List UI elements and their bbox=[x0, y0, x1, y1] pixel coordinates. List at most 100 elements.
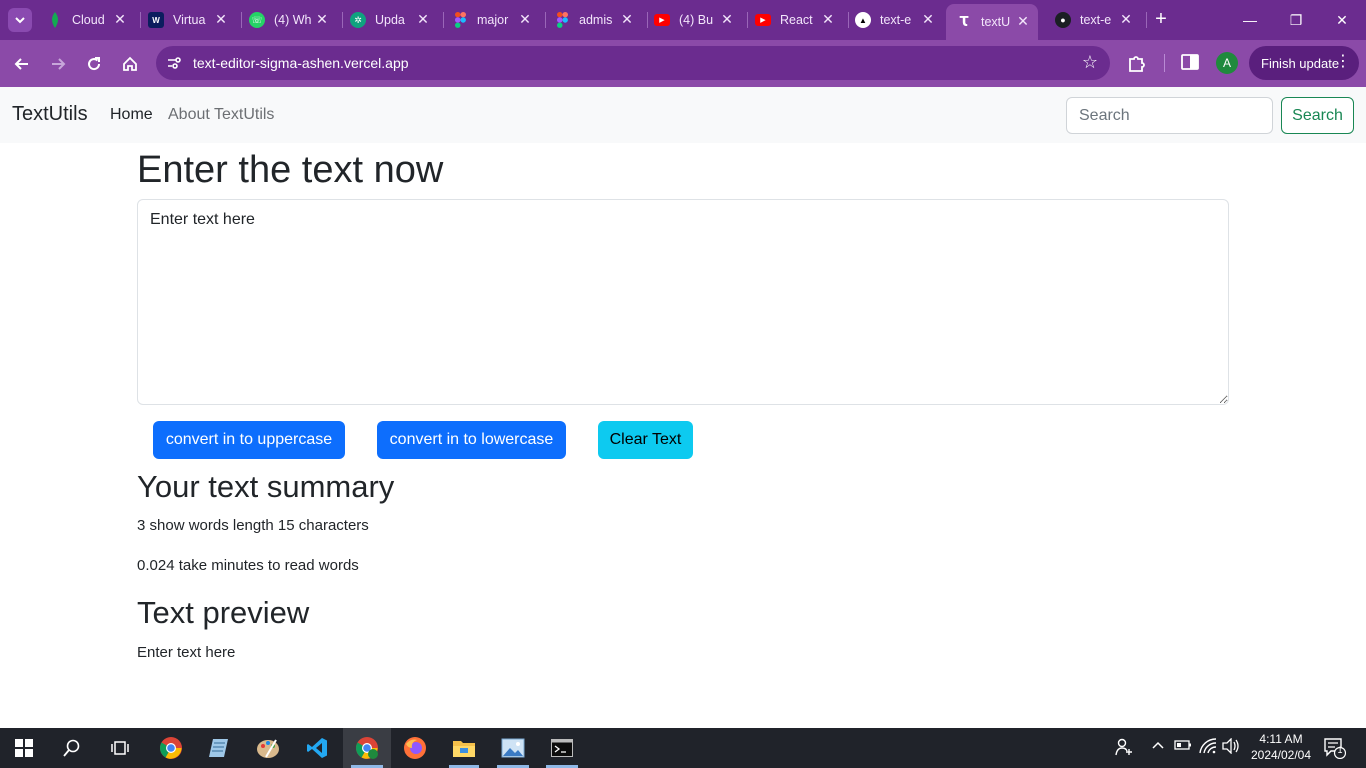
minimize-window-button[interactable]: — bbox=[1238, 8, 1262, 32]
back-button[interactable] bbox=[10, 52, 34, 76]
taskbar-chrome-profile[interactable] bbox=[355, 736, 379, 760]
forward-arrow-icon bbox=[52, 58, 66, 70]
taskbar-paint-app[interactable] bbox=[256, 736, 280, 760]
taskbar-notes-app[interactable] bbox=[207, 736, 231, 760]
action-center-button[interactable]: 1 bbox=[1324, 737, 1347, 762]
browser-tab[interactable]: major ✕ bbox=[452, 6, 546, 34]
volume-icon[interactable] bbox=[1222, 737, 1240, 757]
toolbar-divider bbox=[1164, 54, 1165, 72]
close-tab-icon[interactable]: ✕ bbox=[718, 10, 736, 28]
show-hidden-icons-chevron-icon[interactable] bbox=[1151, 738, 1165, 755]
close-window-button[interactable]: ✕ bbox=[1330, 8, 1354, 32]
clock-time: 4:11 AM bbox=[1259, 732, 1303, 746]
tab-search-button[interactable] bbox=[8, 8, 32, 32]
close-tab-icon[interactable]: ✕ bbox=[1117, 10, 1135, 28]
forward-button[interactable] bbox=[46, 52, 70, 76]
browser-tab[interactable]: W Virtua ✕ bbox=[148, 6, 242, 34]
nav-link-about[interactable]: About TextUtils bbox=[168, 106, 274, 124]
firefox-icon bbox=[404, 737, 426, 759]
address-bar[interactable]: text-editor-sigma-ashen.vercel.app ☆ bbox=[156, 46, 1110, 80]
browser-tab[interactable]: ▶ React ✕ bbox=[755, 6, 849, 34]
vscode-icon bbox=[307, 738, 327, 758]
finish-update-button[interactable]: Finish update ⋮ bbox=[1249, 46, 1359, 80]
browser-tab[interactable]: ▲ text-e ✕ bbox=[855, 6, 937, 34]
browser-tab-active[interactable]: Ꚍ textU ✕ bbox=[946, 4, 1038, 40]
close-tab-icon[interactable]: ✕ bbox=[618, 10, 636, 28]
browser-tab[interactable]: ● text-e ✕ bbox=[1055, 6, 1147, 34]
reload-button[interactable] bbox=[82, 52, 106, 76]
extensions-puzzle-icon[interactable] bbox=[1126, 52, 1148, 74]
side-panel-icon[interactable] bbox=[1181, 54, 1199, 70]
notes-icon bbox=[209, 739, 228, 757]
browser-toolbar: text-editor-sigma-ashen.vercel.app ☆ A F… bbox=[0, 40, 1366, 87]
browser-tab[interactable]: ✲ Upda ✕ bbox=[350, 6, 444, 34]
taskbar-vscode[interactable] bbox=[305, 736, 329, 760]
tab-title: Cloud bbox=[72, 13, 105, 27]
preview-text: Enter text here bbox=[137, 644, 236, 661]
home-icon bbox=[123, 56, 137, 71]
battery-icon[interactable] bbox=[1174, 738, 1192, 755]
browser-tab[interactable]: ☏ (4) Wh ✕ bbox=[249, 6, 343, 34]
whatsapp-icon: ☏ bbox=[249, 12, 265, 28]
back-arrow-icon bbox=[14, 58, 28, 70]
site-navbar: TextUtils Home About TextUtils Search bbox=[0, 87, 1366, 143]
taskbar-terminal[interactable] bbox=[550, 736, 574, 760]
close-tab-icon[interactable]: ✕ bbox=[212, 10, 230, 28]
bookmark-star-icon[interactable]: ☆ bbox=[1082, 52, 1098, 73]
figma-icon bbox=[452, 12, 468, 28]
site-settings-icon[interactable] bbox=[166, 55, 182, 71]
close-tab-icon[interactable]: ✕ bbox=[313, 10, 331, 28]
taskbar-file-explorer[interactable] bbox=[452, 736, 476, 760]
search-icon bbox=[63, 739, 80, 757]
clear-text-button[interactable]: Clear Text bbox=[598, 421, 693, 459]
tab-title: major bbox=[477, 13, 509, 27]
browser-tab[interactable]: ▶ (4) Bu ✕ bbox=[654, 6, 748, 34]
paint-palette-icon bbox=[257, 739, 279, 758]
url-text: text-editor-sigma-ashen.vercel.app bbox=[193, 55, 409, 71]
tab-title: admis bbox=[579, 13, 613, 27]
taskbar-firefox[interactable] bbox=[403, 736, 427, 760]
tab-title: text-e bbox=[880, 13, 912, 27]
taskbar-chrome[interactable] bbox=[159, 736, 183, 760]
task-view-button[interactable] bbox=[108, 736, 132, 760]
figma-icon bbox=[554, 12, 570, 28]
taskbar-photos[interactable] bbox=[501, 736, 525, 760]
youtube-icon: ▶ bbox=[654, 14, 670, 26]
nav-link-home[interactable]: Home bbox=[110, 106, 153, 124]
close-tab-icon[interactable]: ✕ bbox=[111, 10, 129, 28]
browser-tab[interactable]: Cloud ✕ bbox=[47, 6, 141, 34]
close-tab-icon[interactable]: ✕ bbox=[919, 10, 937, 28]
text-input-area[interactable]: Enter text here bbox=[137, 199, 1229, 405]
tab-title: text-e bbox=[1080, 13, 1112, 27]
people-icon[interactable] bbox=[1114, 738, 1132, 759]
search-button[interactable]: Search bbox=[1281, 97, 1354, 134]
page-title: Enter the text now bbox=[137, 149, 444, 191]
close-tab-icon[interactable]: ✕ bbox=[414, 10, 432, 28]
finish-update-label: Finish update bbox=[1261, 55, 1340, 71]
brand-logo[interactable]: TextUtils bbox=[12, 103, 88, 126]
vercel-icon: ▲ bbox=[855, 12, 871, 28]
windows-logo-icon bbox=[15, 739, 33, 757]
browser-tab-bar: Cloud ✕ W Virtua ✕ ☏ (4) Wh ✕ ✲ Upda ✕ m… bbox=[0, 0, 1366, 40]
close-tab-icon[interactable]: ✕ bbox=[1014, 12, 1032, 30]
chrome-icon bbox=[160, 737, 182, 759]
profile-avatar[interactable]: A bbox=[1216, 52, 1238, 74]
browser-tab[interactable]: admis ✕ bbox=[554, 6, 648, 34]
lowercase-button[interactable]: convert in to lowercase bbox=[377, 421, 566, 459]
notification-count: 1 bbox=[1337, 745, 1343, 755]
terminal-icon bbox=[551, 739, 573, 757]
home-button[interactable] bbox=[118, 52, 142, 76]
close-tab-icon[interactable]: ✕ bbox=[819, 10, 837, 28]
restore-window-button[interactable]: ❐ bbox=[1284, 8, 1308, 32]
wifi-icon[interactable] bbox=[1199, 738, 1217, 757]
uppercase-button[interactable]: convert in to uppercase bbox=[153, 421, 345, 459]
tab-title: Virtua bbox=[173, 13, 206, 27]
search-input[interactable] bbox=[1066, 97, 1273, 134]
windows-start-button[interactable] bbox=[12, 736, 36, 760]
close-tab-icon[interactable]: ✕ bbox=[516, 10, 534, 28]
new-tab-button[interactable]: + bbox=[1150, 9, 1172, 31]
system-clock[interactable]: 4:11 AM 2024/02/04 bbox=[1246, 731, 1316, 763]
clock-date: 2024/02/04 bbox=[1250, 748, 1312, 762]
taskbar-search-button[interactable] bbox=[60, 736, 84, 760]
more-menu-icon[interactable]: ⋮ bbox=[1335, 54, 1351, 70]
